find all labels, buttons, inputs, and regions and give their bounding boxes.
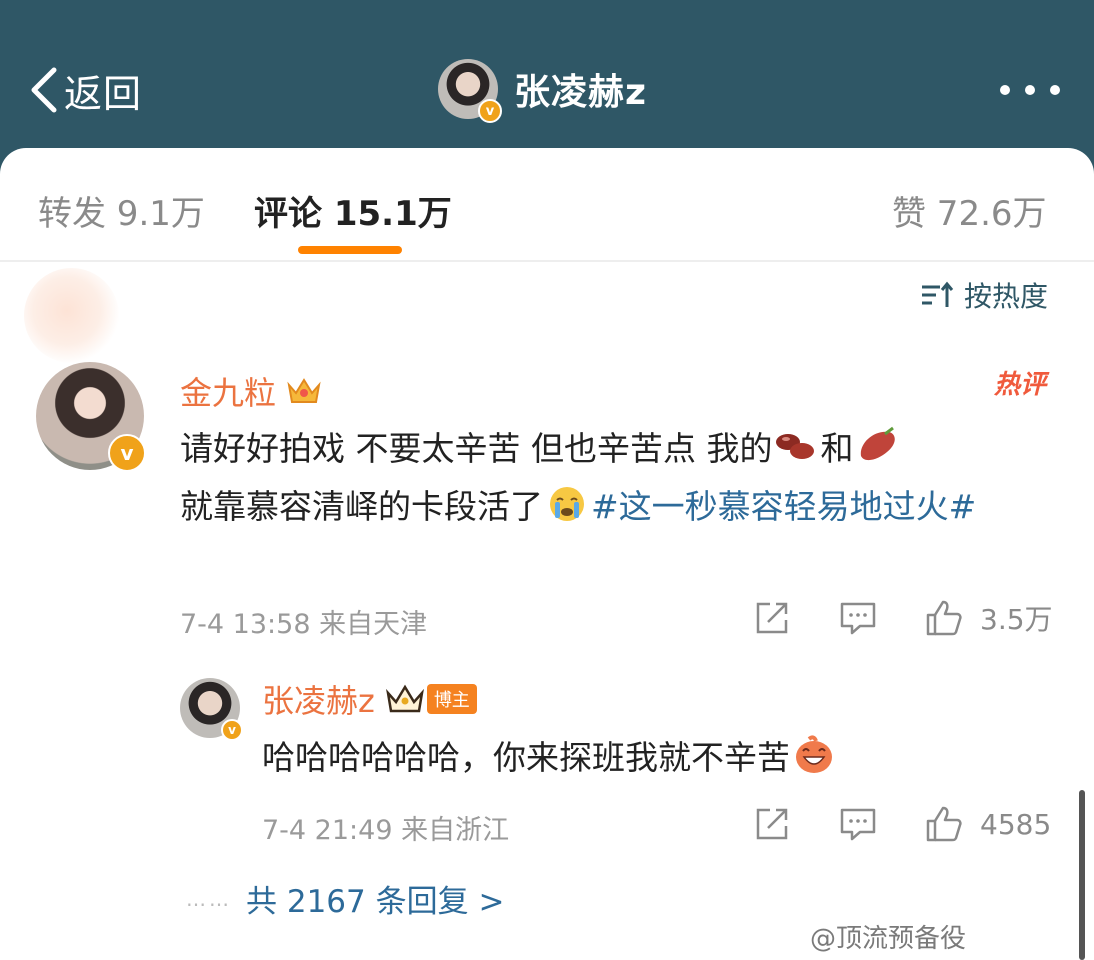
divider [0, 260, 1094, 262]
red-bean-emoji-icon [776, 434, 815, 459]
more-dot-icon [1025, 85, 1035, 95]
reply-text: 哈哈哈哈哈哈，你来探班我就不辛苦 [262, 730, 838, 786]
scrollbar[interactable] [1079, 790, 1085, 960]
share-button[interactable] [752, 598, 792, 638]
reply-button[interactable] [838, 598, 878, 638]
sort-label: 按热度 [964, 280, 1049, 313]
watermark: @顶流预备役 [810, 924, 967, 954]
tab-likes[interactable]: 赞 72.6万 [892, 186, 1047, 235]
verified-icon: v [108, 434, 146, 472]
dots-divider: …… [186, 886, 232, 911]
header-title: v 张凌赫z [438, 58, 647, 123]
hot-comment-badge: 热评 [994, 370, 1047, 400]
like-count: 4585 [980, 807, 1052, 841]
reply-actions: 4585 [752, 804, 1051, 844]
comment-author[interactable]: 金九粒 [180, 368, 276, 414]
sweet-potato-emoji-icon [861, 426, 896, 461]
more-replies-link[interactable]: 共 2167 条回复 > [246, 876, 504, 921]
share-icon [756, 602, 788, 634]
back-label: 返回 [64, 71, 143, 116]
crown-icon [385, 684, 424, 713]
chevron-left-icon [31, 67, 57, 113]
tab-indicator [298, 246, 402, 254]
avatar[interactable]: v [438, 59, 502, 123]
comment-icon [840, 808, 876, 841]
more-dot-icon [1050, 85, 1060, 95]
more-dot-icon [1000, 85, 1010, 95]
share-icon [756, 808, 788, 840]
decoration-emblem [24, 268, 119, 363]
author-badge: 博主 [426, 684, 477, 714]
comment-meta: 7-4 13:58 来自天津 [180, 609, 428, 640]
reply-author-row: 张凌赫z 博主 [262, 676, 477, 722]
back-button[interactable]: 返回 [26, 64, 142, 116]
like-count: 3.5万 [980, 603, 1053, 636]
like-button[interactable]: 4585 [924, 804, 1051, 844]
reply-author[interactable]: 张凌赫z [262, 676, 375, 722]
more-replies-row: …… 共 2167 条回复 > [186, 876, 504, 921]
laughing-emoji-icon [796, 735, 832, 773]
comment-author-row: 金九粒 [180, 368, 322, 414]
reply-meta: 7-4 21:49 来自浙江 [262, 815, 510, 846]
more-options-button[interactable] [1000, 78, 1060, 102]
tab-bar: 转发 9.1万 评论 15.1万 赞 72.6万 [0, 150, 1094, 260]
share-button[interactable] [752, 804, 792, 844]
tab-comments[interactable]: 评论 15.1万 [254, 186, 452, 235]
reply-button[interactable] [838, 804, 878, 844]
verified-icon: v [221, 719, 243, 741]
sort-icon [922, 281, 954, 307]
page-title: 张凌赫z [514, 72, 647, 113]
comment-icon [840, 602, 876, 635]
comment-avatar[interactable]: v [36, 362, 146, 472]
crown-icon [287, 378, 321, 403]
sort-button[interactable]: 按热度 [920, 275, 1048, 315]
reply-avatar[interactable]: v [180, 678, 243, 741]
comment-text: 请好好拍戏 不要太辛苦 但也辛苦点 我的和 就靠慕容清峄的卡段活了 #这一秒慕容轻… [180, 420, 1060, 536]
tab-reposts[interactable]: 转发 9.1万 [38, 186, 205, 235]
thumbs-up-icon [926, 600, 962, 636]
verified-icon: v [478, 99, 502, 123]
crying-emoji-icon [550, 487, 584, 521]
thumbs-up-icon [926, 806, 962, 842]
topic-link[interactable]: #这一秒慕容轻易地过火# [591, 487, 976, 526]
comment-actions: 3.5万 [752, 598, 1053, 638]
like-button[interactable]: 3.5万 [924, 598, 1053, 638]
